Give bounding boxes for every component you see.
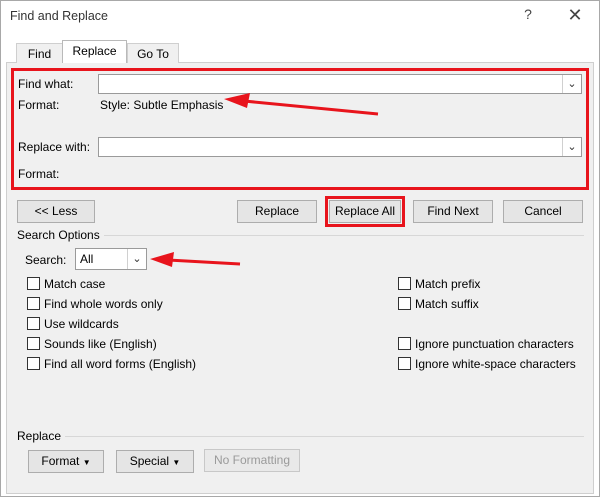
- match-prefix-checkbox[interactable]: [398, 277, 411, 290]
- whole-words-label: Find whole words only: [44, 297, 163, 311]
- format-button-label: Format: [41, 454, 80, 468]
- match-case-checkbox[interactable]: [27, 277, 40, 290]
- match-suffix-label: Match suffix: [415, 297, 479, 311]
- format-menu-caret-icon: ▼: [82, 458, 91, 467]
- search-arrow-annotation: [150, 252, 241, 267]
- ignore-whitespace-label: Ignore white-space characters: [415, 357, 576, 371]
- search-direction-value: All: [80, 252, 94, 266]
- tab-replace[interactable]: Replace: [62, 40, 127, 63]
- find-next-button[interactable]: Find Next: [413, 200, 493, 223]
- fields-highlight-box: [11, 68, 589, 190]
- tab-find[interactable]: Find: [16, 43, 63, 63]
- wildcards-label: Use wildcards: [44, 317, 119, 331]
- format-arrow-annotation: [224, 93, 379, 116]
- tab-replace-label: Replace: [72, 44, 117, 58]
- ignore-whitespace-checkbox[interactable]: [398, 357, 411, 370]
- tab-goto[interactable]: Go To: [127, 43, 179, 63]
- word-forms-label: Find all word forms (English): [44, 357, 197, 371]
- whole-words-checkbox[interactable]: [27, 297, 40, 310]
- search-label: Search:: [25, 253, 67, 267]
- cancel-button[interactable]: Cancel: [503, 200, 583, 223]
- format-button[interactable]: Format ▼: [28, 450, 104, 473]
- search-options-divider: [104, 235, 584, 236]
- no-formatting-button[interactable]: No Formatting: [204, 449, 300, 472]
- match-suffix-checkbox[interactable]: [398, 297, 411, 310]
- match-prefix-label: Match prefix: [415, 277, 481, 291]
- special-button-label: Special: [129, 454, 170, 468]
- match-case-label: Match case: [44, 277, 106, 291]
- ignore-punctuation-checkbox[interactable]: [398, 337, 411, 350]
- help-button[interactable]: ?: [519, 6, 537, 26]
- sounds-like-label: Sounds like (English): [44, 337, 157, 351]
- replace-button[interactable]: Replace: [237, 200, 317, 223]
- special-menu-caret-icon: ▼: [172, 458, 181, 467]
- search-direction-select[interactable]: All ⌄: [75, 248, 147, 270]
- wildcards-checkbox[interactable]: [27, 317, 40, 330]
- ignore-punctuation-label: Ignore punctuation characters: [415, 337, 574, 351]
- tab-find-label: Find: [27, 47, 52, 61]
- search-options-heading: Search Options: [17, 228, 100, 242]
- sounds-like-checkbox[interactable]: [27, 337, 40, 350]
- replace-all-highlight-box: [325, 196, 405, 227]
- replace-section-heading: Replace: [17, 429, 62, 443]
- replace-section-divider: [65, 436, 584, 437]
- window-title: Find and Replace: [10, 9, 108, 23]
- less-button[interactable]: << Less: [17, 200, 95, 223]
- word-forms-checkbox[interactable]: [27, 357, 40, 370]
- tab-goto-label: Go To: [137, 47, 169, 61]
- close-icon[interactable]: ✕: [565, 5, 585, 27]
- special-button[interactable]: Special ▼: [116, 450, 194, 473]
- search-direction-chevron-icon[interactable]: ⌄: [127, 249, 146, 269]
